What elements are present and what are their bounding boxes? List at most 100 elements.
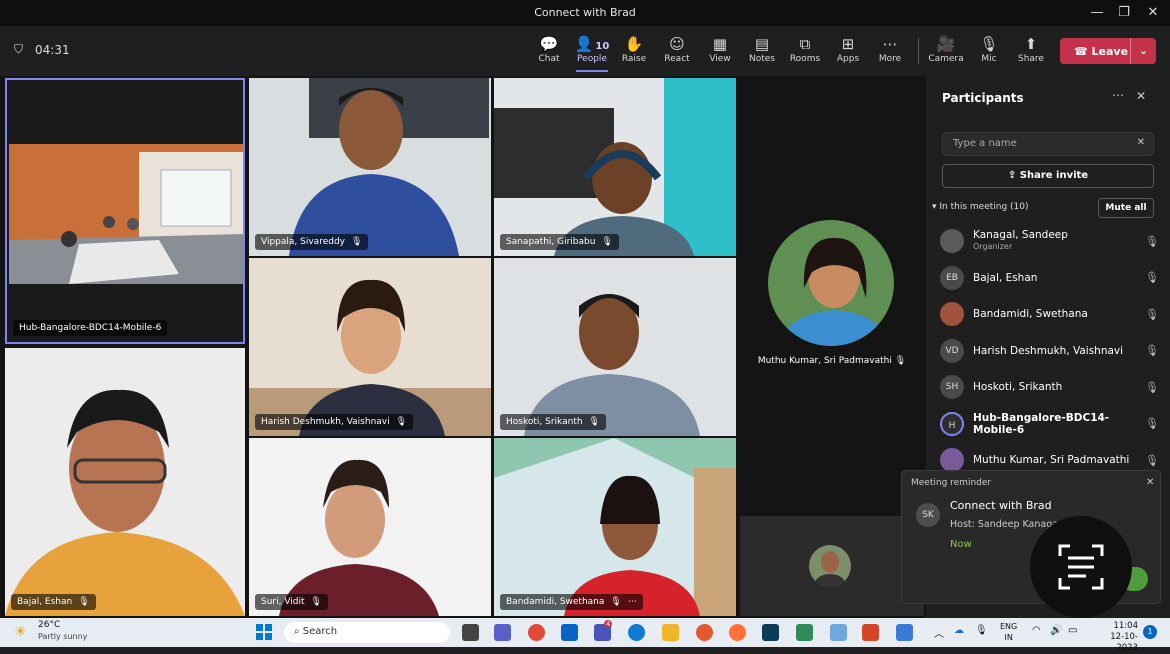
start-icon[interactable]: [256, 624, 272, 640]
tile-label: Bajal, Eshan 🎙: [11, 594, 96, 610]
webex-icon[interactable]: [762, 624, 779, 641]
language-indicator[interactable]: ENG IN: [1000, 621, 1017, 643]
search-input[interactable]: Type a name ✕: [942, 132, 1154, 156]
participant-row[interactable]: VD Harish Deshmukh, Vaishnavi 🎙: [940, 336, 1160, 366]
share-button[interactable]: ⬆ Share: [1011, 34, 1051, 64]
chat-button[interactable]: 💬 Chat: [529, 34, 569, 64]
maximize-icon[interactable]: ❐: [1113, 3, 1135, 23]
mic-off-icon[interactable]: 🎙: [1144, 271, 1160, 284]
video-tile-vippala[interactable]: Vippala, Sivareddy 🎙: [249, 78, 491, 256]
chevron-down-icon[interactable]: ⌄: [1130, 38, 1156, 64]
video-tile-harish[interactable]: Harish Deshmukh, Vaishnavi 🎙: [249, 258, 491, 436]
avatar: EB: [940, 265, 964, 290]
chevron-up-icon[interactable]: ︿: [934, 625, 944, 640]
toast-header: Meeting reminder: [911, 478, 992, 488]
view-button[interactable]: ▦ View: [700, 34, 740, 64]
volume-icon[interactable]: 🔊: [1050, 625, 1062, 636]
video-tile-suri[interactable]: Suri, Vidit 🎙: [249, 438, 491, 616]
leave-button[interactable]: ☎ Leave ⌄: [1060, 38, 1156, 64]
taskbar-search[interactable]: ⌕ Search: [284, 622, 450, 643]
teams-icon[interactable]: 4: [594, 620, 613, 641]
app-icon[interactable]: [696, 624, 713, 641]
task-view-icon[interactable]: [462, 624, 479, 641]
ellipsis-icon[interactable]: ⋯: [628, 597, 637, 607]
avatar: [940, 448, 964, 472]
tile-label: Harish Deshmukh, Vaishnavi 🎙: [255, 414, 414, 430]
mic-on-icon[interactable]: 🎙: [1144, 417, 1160, 430]
folder-icon[interactable]: [662, 624, 679, 641]
video-stage: Hub-Bangalore-BDC14-Mobile-6 Vippala, Si…: [0, 76, 926, 618]
mic-off-icon[interactable]: 🎙: [1144, 308, 1160, 321]
mic-off-icon[interactable]: 🎙: [1144, 381, 1160, 394]
mic-button[interactable]: 🎙 Mic: [969, 34, 1009, 64]
video-tile-bandamidi[interactable]: Bandamidi, Swethana 🎙 ⋯: [494, 438, 736, 616]
more-button[interactable]: ⋯ More: [870, 34, 910, 64]
notification-badge[interactable]: 1: [1143, 625, 1157, 639]
scan-overlay-button[interactable]: [1030, 516, 1132, 618]
close-icon[interactable]: ✕: [1146, 477, 1154, 488]
excel-icon[interactable]: [796, 624, 813, 641]
ellipsis-icon: ⋯: [882, 35, 898, 53]
tile-label: Suri, Vidit 🎙: [255, 594, 328, 610]
mute-all-button[interactable]: Mute all: [1098, 198, 1154, 218]
chat-app-icon[interactable]: [494, 624, 511, 641]
mic-muted-icon[interactable]: 🎙: [975, 625, 988, 636]
battery-icon[interactable]: ▭: [1068, 625, 1077, 636]
camera-button[interactable]: 🎥 Camera: [926, 34, 966, 64]
participant-row[interactable]: Bandamidi, Swethana 🎙: [940, 299, 1160, 329]
firefox-icon[interactable]: [729, 624, 746, 641]
participant-name: Bajal, Eshan: [973, 271, 1038, 284]
close-icon[interactable]: ✕: [1142, 3, 1164, 23]
mic-off-icon[interactable]: 🎙: [1144, 235, 1160, 248]
participant-row[interactable]: EB Bajal, Eshan 🎙: [940, 263, 1160, 293]
weather-icon: ☀: [14, 624, 27, 640]
rooms-button[interactable]: ⧉ Rooms: [785, 34, 825, 64]
close-icon[interactable]: ✕: [1136, 89, 1146, 103]
ellipsis-icon[interactable]: ⋯: [1112, 88, 1124, 102]
avatar: VD: [940, 338, 964, 363]
tile-label: Hub-Bangalore-BDC14-Mobile-6: [13, 320, 168, 336]
notes-button[interactable]: ▤ Notes: [742, 34, 782, 64]
mic-off-icon[interactable]: 🎙: [1144, 454, 1160, 467]
mic-off-icon: 🎙: [78, 597, 90, 607]
react-button[interactable]: ☺ React: [657, 34, 697, 64]
tile-label: Bandamidi, Swethana 🎙 ⋯: [500, 594, 643, 610]
in-meeting-header[interactable]: ▾ In this meeting (10): [932, 202, 1029, 212]
share-invite-button[interactable]: ⇪ Share invite: [942, 164, 1154, 188]
participant-row[interactable]: H Hub-Bangalore-BDC14-Mobile-6 🎙: [940, 409, 1160, 439]
timer-text: 04:31: [35, 42, 70, 57]
mic-off-icon[interactable]: 🎙: [1144, 344, 1160, 357]
participant-name: Bandamidi, Swethana: [973, 308, 1088, 320]
people-button[interactable]: 👤 10 People: [572, 34, 612, 72]
raise-hand-button[interactable]: ✋ Raise: [614, 34, 654, 64]
scan-text-icon: [1058, 544, 1104, 590]
clear-icon[interactable]: ✕: [1137, 137, 1145, 148]
weather-temp[interactable]: 26°C: [38, 620, 60, 630]
cloud-icon[interactable]: ☁: [954, 625, 964, 636]
video-tile-sanapathi[interactable]: Sanapathi, Giribabu 🎙: [494, 78, 736, 256]
participant-row[interactable]: SH Hoskoti, Srikanth 🎙: [940, 372, 1160, 402]
edge-icon[interactable]: [628, 624, 645, 641]
video-tile-bajal[interactable]: Bajal, Eshan 🎙: [5, 348, 245, 616]
plus-icon: ⊞: [841, 35, 855, 53]
powerpoint-icon[interactable]: [862, 624, 879, 641]
hand-icon: ✋: [624, 35, 644, 53]
outlook-icon[interactable]: [561, 624, 578, 641]
participant-row[interactable]: Kanagal, Sandeep Organizer 🎙: [940, 226, 1160, 256]
avatar: [940, 229, 964, 253]
clock[interactable]: 11:04 12-10-2023: [1090, 621, 1138, 654]
video-tile-muthu[interactable]: Muthu Kumar, Sri Padmavathi 🎙: [740, 78, 924, 514]
video-tile-hub[interactable]: Hub-Bangalore-BDC14-Mobile-6: [5, 78, 245, 344]
minimize-icon[interactable]: —: [1086, 3, 1108, 23]
mic-off-icon: 🎙: [588, 417, 600, 427]
avatar: [768, 220, 894, 346]
participant-name: Kanagal, Sandeep: [973, 229, 1068, 241]
calculator-icon[interactable]: [896, 624, 913, 641]
avatar: SK: [916, 503, 940, 527]
self-view[interactable]: [740, 516, 924, 616]
video-tile-hoskoti[interactable]: Hoskoti, Srikanth 🎙: [494, 258, 736, 436]
wifi-icon[interactable]: ◠: [1032, 625, 1041, 636]
apps-button[interactable]: ⊞ Apps: [828, 34, 868, 64]
chrome-icon[interactable]: [528, 624, 545, 641]
app-icon[interactable]: [830, 624, 847, 641]
